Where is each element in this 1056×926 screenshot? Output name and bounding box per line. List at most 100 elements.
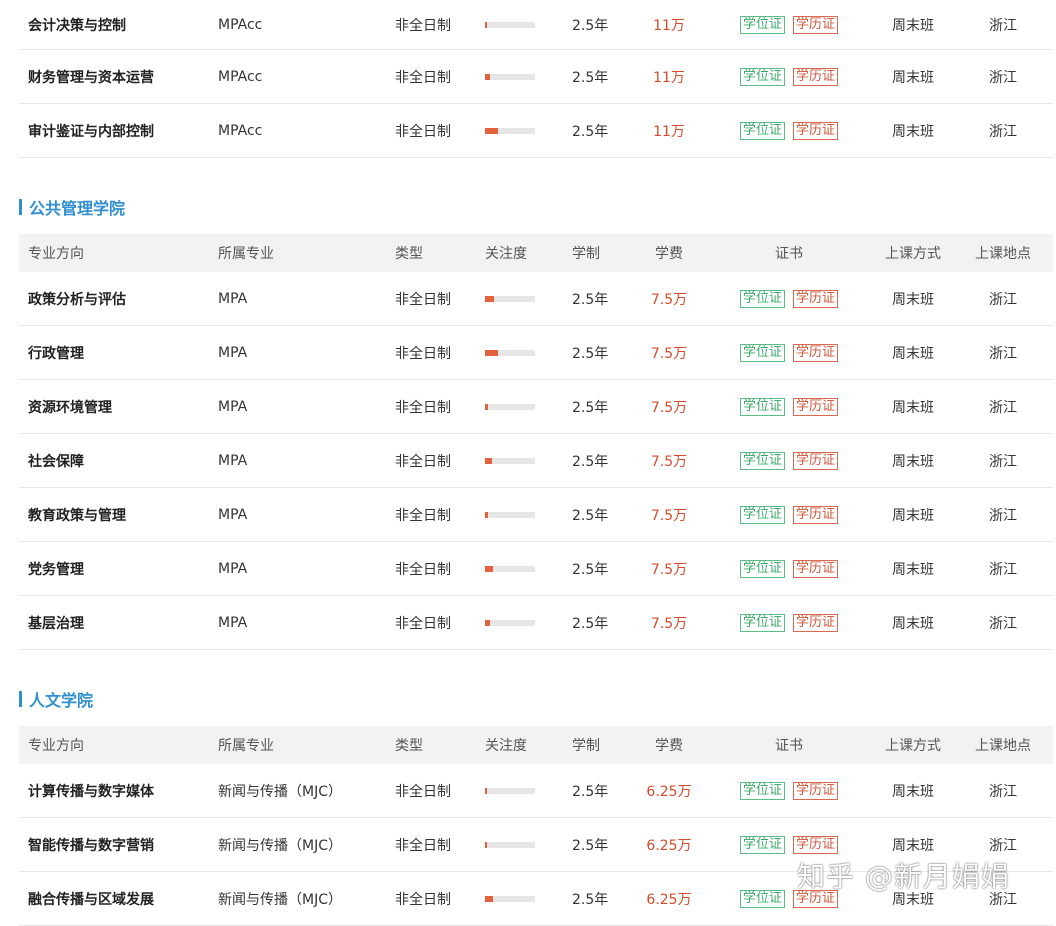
attention-bar-fill	[485, 787, 487, 794]
attention-bar-fill	[485, 457, 492, 464]
program-duration: 2.5年	[572, 783, 609, 800]
degree-badge: 学位证	[740, 121, 786, 140]
program-direction[interactable]: 审计鉴证与内部控制	[28, 104, 154, 157]
header-attention: 关注度	[485, 738, 527, 754]
program-fee: 7.5万	[650, 561, 688, 578]
header-cert: 证书	[775, 738, 803, 754]
program-direction[interactable]: 智能传播与数字营销	[28, 818, 154, 871]
program-fee: 6.25万	[646, 783, 692, 800]
table-header: 专业方向 所属专业 类型 关注度 学制 学费 证书 上课方式 上课地点	[19, 726, 1053, 764]
section-marker	[19, 691, 22, 707]
program-duration: 2.5年	[572, 399, 609, 416]
degree-badge: 学位证	[740, 781, 786, 800]
attention-cell	[485, 542, 535, 595]
attention-cell	[485, 596, 535, 649]
program-major: MPA	[218, 344, 248, 361]
program-direction[interactable]: 会计决策与控制	[28, 0, 126, 49]
attention-bar-fill	[485, 349, 498, 356]
class-location: 浙江	[989, 69, 1017, 86]
program-direction[interactable]: 党务管理	[28, 542, 84, 595]
program-type: 非全日制	[395, 507, 451, 524]
diploma-badge: 学历证	[793, 397, 839, 416]
attention-cell	[485, 764, 535, 817]
diploma-badge: 学历证	[793, 289, 839, 308]
program-major: MPA	[218, 560, 248, 577]
program-direction[interactable]: 教育政策与管理	[28, 488, 126, 541]
header-duration: 学制	[572, 246, 600, 262]
program-fee: 11万	[653, 123, 685, 140]
program-duration: 2.5年	[572, 891, 609, 908]
program-duration: 2.5年	[572, 69, 609, 86]
program-direction[interactable]: 社会保障	[28, 434, 84, 487]
table-row[interactable]: 财务管理与资本运营 MPAcc 非全日制 2.5年 11万 学位证 学历证 周末班 浙江	[19, 50, 1053, 104]
program-direction[interactable]: 资源环境管理	[28, 380, 112, 433]
program-type: 非全日制	[395, 17, 451, 34]
program-direction[interactable]: 融合传播与区域发展	[28, 872, 154, 925]
program-duration: 2.5年	[572, 615, 609, 632]
table-row[interactable]: 党务管理 MPA 非全日制 2.5年 7.5万 学位证 学历证 周末班 浙江	[19, 542, 1053, 596]
attention-bar-fill	[485, 21, 487, 28]
degree-badge: 学位证	[740, 835, 786, 854]
program-direction[interactable]: 政策分析与评估	[28, 272, 126, 325]
attention-bar-fill	[485, 511, 488, 518]
program-major: MPA	[218, 506, 248, 523]
header-direction: 专业方向	[28, 246, 84, 262]
table-row[interactable]: 计算传播与数字媒体 新闻与传播（MJC） 非全日制 2.5年 6.25万 学位证 学历证 周末…	[19, 764, 1053, 818]
table-row[interactable]: 基层治理 MPA 非全日制 2.5年 7.5万 学位证 学历证 周末班 浙江	[19, 596, 1053, 650]
attention-bar-fill	[485, 127, 498, 134]
program-major: MPAcc	[218, 122, 263, 139]
attention-bar-fill	[485, 619, 490, 626]
class-mode: 周末班	[892, 17, 934, 34]
class-mode: 周末班	[892, 69, 934, 86]
class-location: 浙江	[989, 615, 1017, 632]
degree-badge: 学位证	[740, 889, 786, 908]
header-mode: 上课方式	[885, 246, 941, 262]
program-major: MPA	[218, 452, 248, 469]
table-row[interactable]: 政策分析与评估 MPA 非全日制 2.5年 7.5万 学位证 学历证 周末班 浙江	[19, 272, 1053, 326]
attention-cell	[485, 380, 535, 433]
program-direction[interactable]: 财务管理与资本运营	[28, 50, 154, 103]
table-row[interactable]: 社会保障 MPA 非全日制 2.5年 7.5万 学位证 学历证 周末班 浙江	[19, 434, 1053, 488]
header-direction: 专业方向	[28, 738, 84, 754]
class-location: 浙江	[989, 783, 1017, 800]
section-title: 人文学院	[29, 691, 94, 710]
table-row[interactable]: 审计鉴证与内部控制 MPAcc 非全日制 2.5年 11万 学位证 学历证 周末班 浙江	[19, 104, 1053, 158]
attention-bar	[485, 511, 535, 518]
section-heading: 人文学院	[19, 650, 1053, 726]
attention-bar	[485, 295, 535, 302]
class-mode: 周末班	[892, 291, 934, 308]
attention-bar	[485, 127, 535, 134]
program-fee: 7.5万	[650, 615, 688, 632]
header-type: 类型	[395, 246, 423, 262]
program-major: 新闻与传播（MJC）	[218, 837, 342, 854]
table-row[interactable]: 行政管理 MPA 非全日制 2.5年 7.5万 学位证 学历证 周末班 浙江	[19, 326, 1053, 380]
program-direction[interactable]: 基层治理	[28, 596, 84, 649]
cert-cell: 学位证 学历证	[740, 50, 839, 103]
attention-cell	[485, 434, 535, 487]
table-row[interactable]: 教育政策与管理 MPA 非全日制 2.5年 7.5万 学位证 学历证 周末班 浙江	[19, 488, 1053, 542]
diploma-badge: 学历证	[793, 559, 839, 578]
class-mode: 周末班	[892, 123, 934, 140]
section-heading: 公共管理学院	[19, 158, 1053, 234]
program-direction[interactable]: 行政管理	[28, 326, 84, 379]
cert-cell: 学位证 学历证	[740, 434, 839, 487]
program-direction[interactable]: 计算传播与数字媒体	[28, 764, 154, 817]
program-fee: 7.5万	[650, 453, 688, 470]
class-mode: 周末班	[892, 783, 934, 800]
attention-cell	[485, 104, 535, 157]
degree-badge: 学位证	[740, 397, 786, 416]
program-fee: 6.25万	[646, 837, 692, 854]
diploma-badge: 学历证	[793, 835, 839, 854]
section-title: 公共管理学院	[29, 199, 126, 218]
table-row[interactable]: 会计决策与控制 MPAcc 非全日制 2.5年 11万 学位证 学历证 周末班 浙江	[19, 0, 1053, 50]
header-fee: 学费	[655, 738, 683, 754]
cert-cell: 学位证 学历证	[740, 542, 839, 595]
header-mode: 上课方式	[885, 738, 941, 754]
table-row[interactable]: 资源环境管理 MPA 非全日制 2.5年 7.5万 学位证 学历证 周末班 浙江	[19, 380, 1053, 434]
program-major: MPAcc	[218, 16, 263, 33]
diploma-badge: 学历证	[793, 15, 839, 34]
class-location: 浙江	[989, 399, 1017, 416]
program-fee: 11万	[653, 69, 685, 86]
attention-cell	[485, 488, 535, 541]
program-fee: 7.5万	[650, 399, 688, 416]
